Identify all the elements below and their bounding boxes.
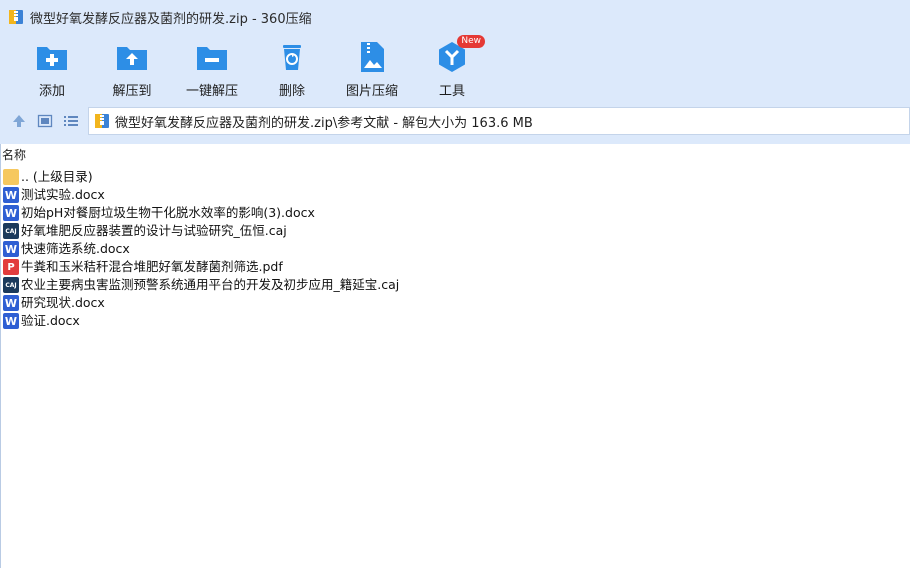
word-document-icon: W [3,205,19,221]
one-click-extract-label: 一键解压 [185,84,238,99]
new-badge: New [457,35,485,48]
toolbar: 添加 解压到 一键解压 删除 图片压缩 New 工具 [0,35,910,100]
file-list: .. (上级目录) W 测试实验.docx W 初始pH对餐厨垃圾生物干化脱水效… [0,168,910,330]
word-document-icon: W [3,187,19,203]
pdf-document-icon: P [3,259,19,275]
delete-icon [275,40,309,74]
image-compress-button[interactable]: 图片压缩 [332,36,412,100]
list-item[interactable]: CAJ 农业主要病虫害监测预警系统通用平台的开发及初步应用_籍延宝.caj [0,276,910,294]
word-document-icon: W [3,295,19,311]
file-name: 好氧堆肥反应器装置的设计与试验研究_伍恒.caj [21,223,287,238]
file-name: 农业主要病虫害监测预警系统通用平台的开发及初步应用_籍延宝.caj [21,277,400,292]
extract-to-label: 解压到 [112,84,152,99]
list-item[interactable]: W 初始pH对餐厨垃圾生物干化脱水效率的影响(3).docx [0,204,910,222]
tools-label: 工具 [438,84,465,99]
list-item[interactable]: W 研究现状.docx [0,294,910,312]
archive-icon [8,9,24,25]
file-name: 快速筛选系统.docx [21,241,130,256]
file-name: 测试实验.docx [21,187,105,202]
path-bar[interactable]: 微型好氧发酵反应器及菌剂的研发.zip\参考文献 - 解包大小为 163.6 M… [88,107,910,135]
list-item[interactable]: CAJ 好氧堆肥反应器装置的设计与试验研究_伍恒.caj [0,222,910,240]
file-name: 牛粪和玉米秸秆混合堆肥好氧发酵菌剂筛选.pdf [21,259,283,274]
word-document-icon: W [3,241,19,257]
delete-button[interactable]: 删除 [252,36,332,100]
up-arrow-icon[interactable] [6,108,32,134]
caj-document-icon: CAJ [3,223,19,239]
add-label: 添加 [38,84,65,99]
list-item[interactable]: W 验证.docx [0,312,910,330]
path-text: 微型好氧发酵反应器及菌剂的研发.zip\参考文献 - 解包大小为 163.6 M… [115,115,533,131]
image-compress-label: 图片压缩 [345,84,398,99]
list-view-icon[interactable] [58,108,84,134]
file-name: 初始pH对餐厨垃圾生物干化脱水效率的影响(3).docx [21,205,315,220]
title-bar: 微型好氧发酵反应器及菌剂的研发.zip - 360压缩 [0,0,910,34]
thumbnail-view-icon[interactable] [32,108,58,134]
window-title: 微型好氧发酵反应器及菌剂的研发.zip - 360压缩 [30,11,312,27]
file-name: .. (上级目录) [21,169,93,184]
tools-icon: New [435,35,485,74]
tools-button[interactable]: New 工具 [412,35,492,100]
list-item[interactable]: .. (上级目录) [0,168,910,186]
extract-to-button[interactable]: 解压到 [92,36,172,100]
caj-document-icon: CAJ [3,277,19,293]
image-compress-icon [355,40,389,74]
file-name: 验证.docx [21,313,80,328]
list-item[interactable]: W 测试实验.docx [0,186,910,204]
add-folder-icon [35,40,69,74]
one-click-extract-button[interactable]: 一键解压 [172,36,252,100]
list-item[interactable]: P 牛粪和玉米秸秆混合堆肥好氧发酵菌剂筛选.pdf [0,258,910,276]
file-name: 研究现状.docx [21,295,105,310]
add-button[interactable]: 添加 [12,36,92,100]
word-document-icon: W [3,313,19,329]
one-click-extract-icon [195,40,229,74]
column-header-name[interactable]: 名称 [0,146,910,164]
delete-label: 删除 [278,84,305,99]
list-item[interactable]: W 快速筛选系统.docx [0,240,910,258]
folder-icon [3,169,19,185]
archive-icon [94,113,110,129]
extract-to-icon [115,40,149,74]
